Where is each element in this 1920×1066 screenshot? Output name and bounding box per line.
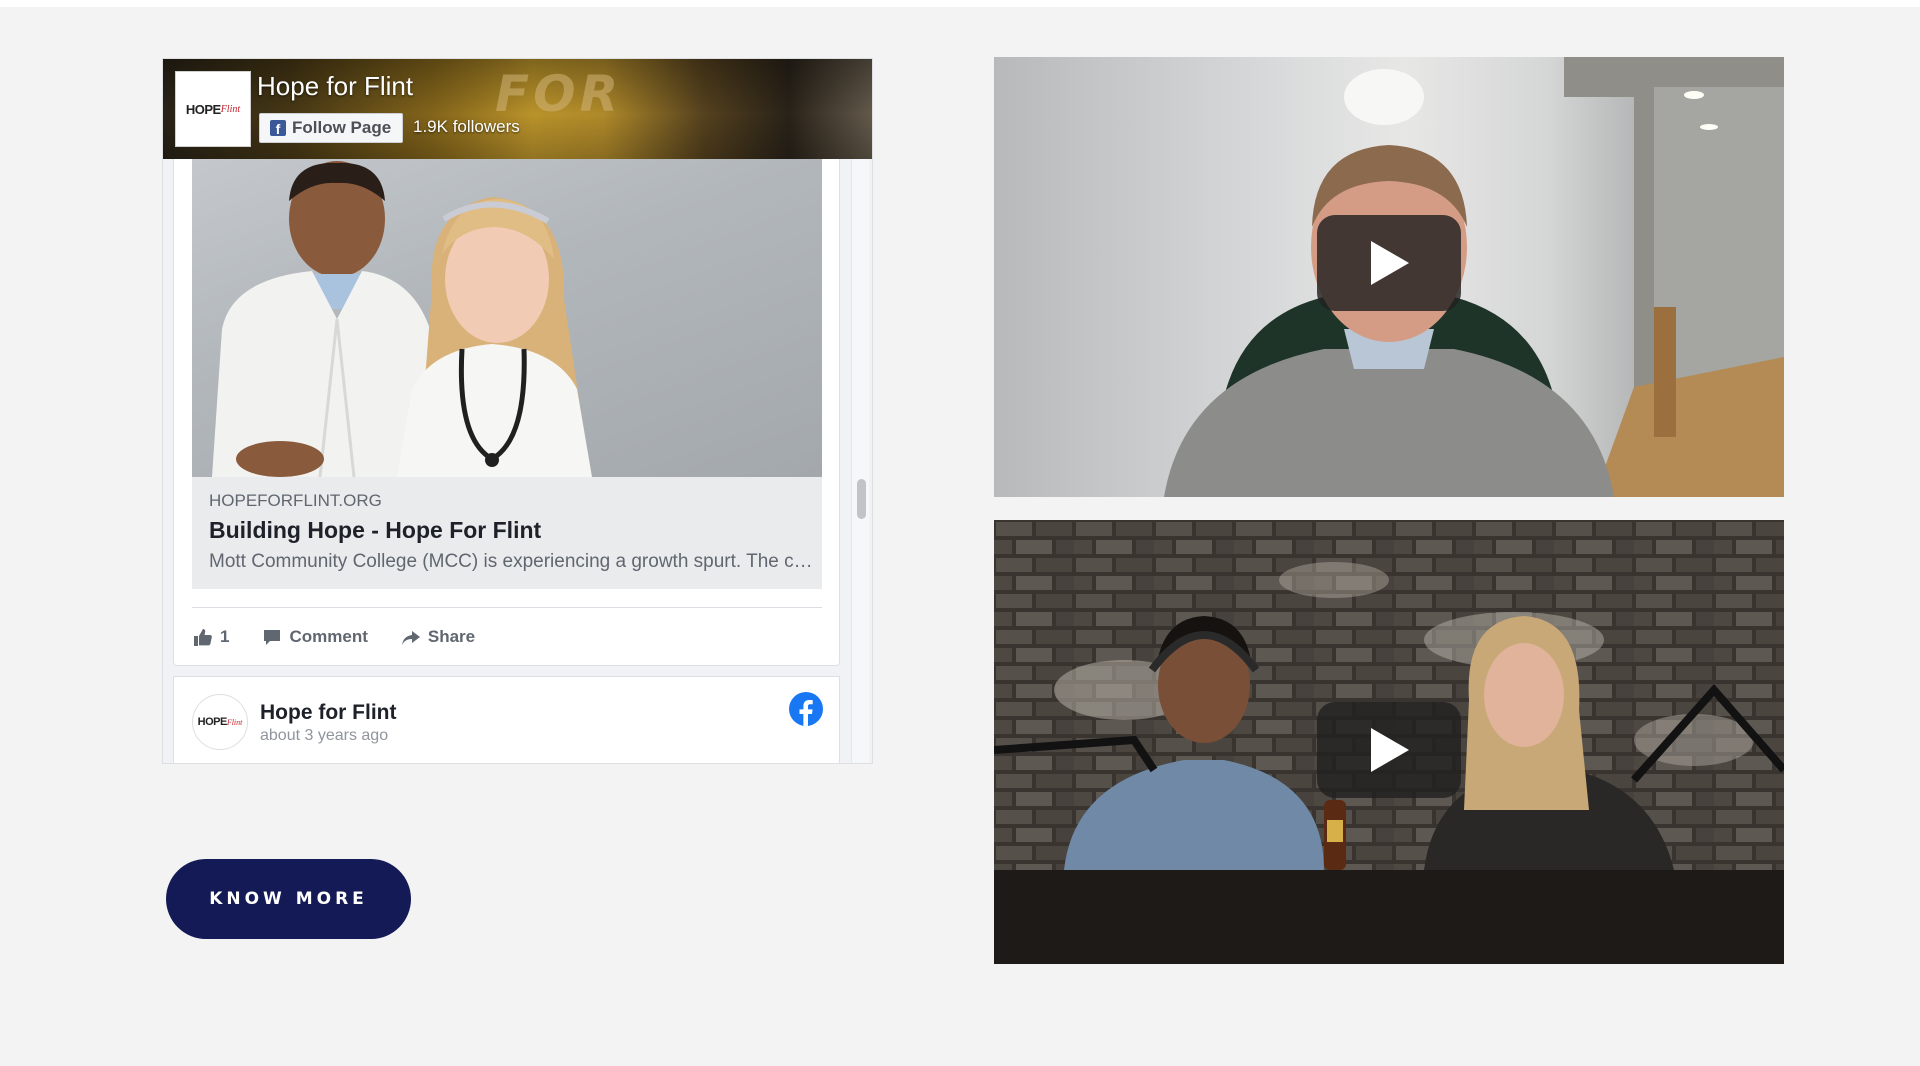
- play-icon: [1371, 728, 1409, 772]
- logo-accent-text: Flint: [220, 103, 241, 115]
- facebook-logo-icon[interactable]: [789, 692, 823, 726]
- cover-photo-text: FOR: [495, 65, 623, 123]
- comment-button[interactable]: Comment: [261, 626, 368, 648]
- follow-page-label: Follow Page: [292, 118, 392, 137]
- share-button[interactable]: Share: [400, 626, 475, 648]
- children-in-lab-coats-illustration: [212, 161, 592, 477]
- know-more-button[interactable]: KNOW MORE: [166, 859, 411, 939]
- logo-text: HOPE: [185, 101, 221, 117]
- link-title[interactable]: Building Hope - Hope For Flint: [209, 517, 541, 544]
- video-player-podcast[interactable]: [994, 520, 1784, 964]
- play-button[interactable]: [1317, 702, 1461, 798]
- like-count: 1: [220, 627, 230, 646]
- avatar[interactable]: HOPE Flint: [192, 694, 248, 750]
- next-post-card: HOPE Flint Hope for Flint about 3 years a…: [173, 676, 840, 763]
- feed-scroll-area: HOPEFORFLINT.ORG Building Hope - Hope Fo…: [173, 159, 840, 763]
- link-domain: HOPEFORFLINT.ORG: [209, 491, 382, 510]
- link-preview[interactable]: HOPEFORFLINT.ORG Building Hope - Hope Fo…: [192, 477, 822, 589]
- page-title[interactable]: Hope for Flint: [257, 71, 413, 102]
- post-image[interactable]: [192, 159, 822, 477]
- avatar-logo-text: HOPE: [197, 716, 228, 728]
- like-button[interactable]: 1: [192, 626, 229, 648]
- play-icon: [1371, 241, 1409, 285]
- post-timestamp[interactable]: about 3 years ago: [260, 727, 388, 745]
- followers-count: 1.9K followers: [413, 117, 520, 136]
- share-arrow-icon: [400, 626, 422, 648]
- page-logo[interactable]: HOPE Flint: [175, 71, 251, 147]
- share-label: Share: [427, 627, 476, 646]
- post-card: HOPEFORFLINT.ORG Building Hope - Hope Fo…: [173, 159, 840, 666]
- post-actions: 1 Comment Share: [192, 623, 507, 651]
- facebook-cover-header: FOR HOPE Flint Hope for Flint f Follow Pa…: [163, 59, 872, 159]
- avatar-logo-accent: Flint: [226, 717, 243, 727]
- link-description: Mott Community College (MCC) is experien…: [209, 551, 814, 572]
- comment-icon: [261, 626, 283, 648]
- facebook-page-widget: FOR HOPE Flint Hope for Flint f Follow Pa…: [162, 58, 873, 764]
- facebook-f-icon: f: [270, 120, 286, 136]
- top-strip: [0, 0, 1920, 7]
- play-button[interactable]: [1317, 215, 1461, 311]
- scrollbar-thumb[interactable]: [857, 479, 866, 519]
- post-divider: [192, 607, 822, 608]
- comment-label: Comment: [289, 627, 368, 646]
- post-author[interactable]: Hope for Flint: [260, 701, 396, 725]
- follow-page-button[interactable]: f Follow Page: [259, 113, 403, 143]
- video-player-interview[interactable]: [994, 57, 1784, 497]
- thumbs-up-icon: [192, 626, 214, 648]
- scrollbar[interactable]: [851, 159, 869, 763]
